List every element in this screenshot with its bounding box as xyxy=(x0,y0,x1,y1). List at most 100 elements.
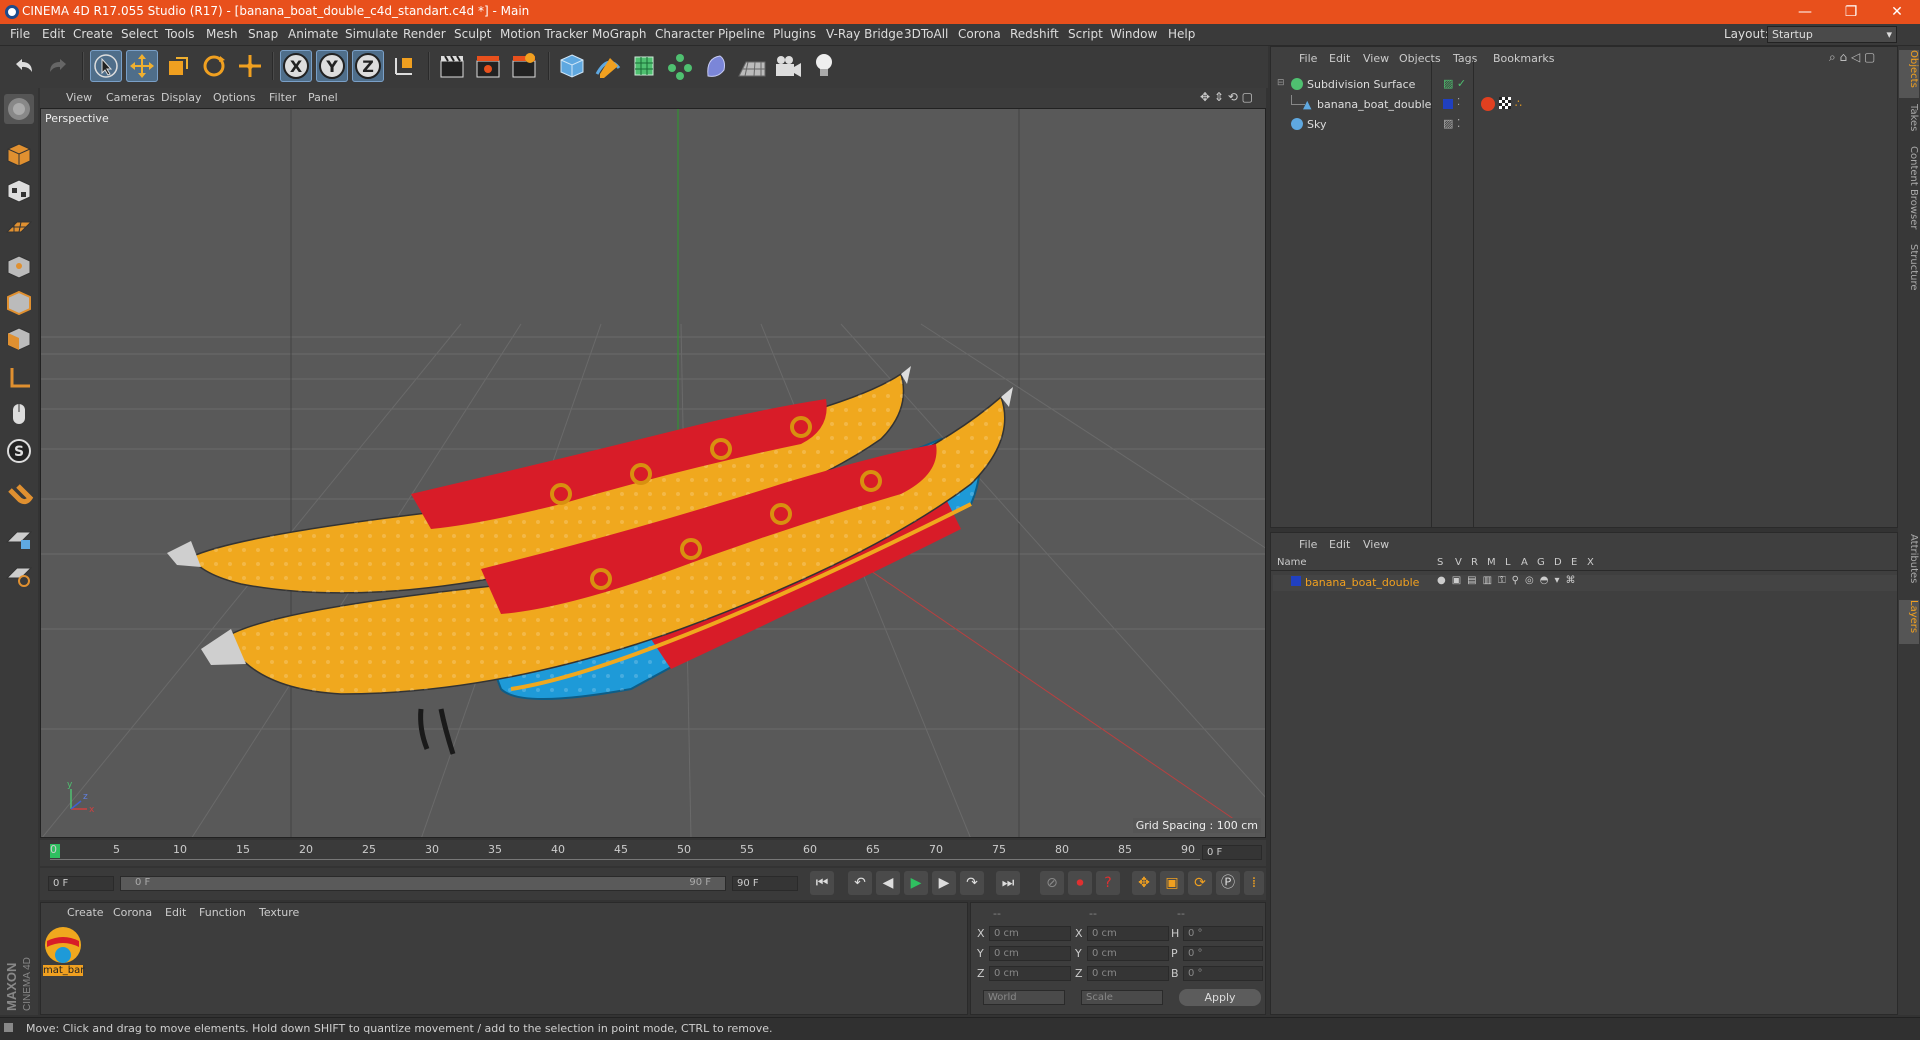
close-button[interactable]: ✕ xyxy=(1874,2,1920,22)
layers-menu-file[interactable]: File xyxy=(1299,538,1317,551)
layer-color-icon[interactable] xyxy=(1291,576,1301,586)
tab-objects[interactable]: Objects xyxy=(1899,50,1919,98)
end-frame-field[interactable]: 90 F xyxy=(732,876,798,891)
menu-corona[interactable]: Corona xyxy=(958,27,1001,41)
polygons-mode-button[interactable] xyxy=(4,324,34,354)
menu-mograph[interactable]: MoGraph xyxy=(592,27,647,41)
rotate-tool-button[interactable] xyxy=(198,50,230,82)
menu-tools[interactable]: Tools xyxy=(165,27,195,41)
texture-mode-button[interactable] xyxy=(4,176,34,206)
key-pla-button[interactable]: ⁞ xyxy=(1244,871,1264,895)
menu-select[interactable]: Select xyxy=(121,27,158,41)
next-key-button[interactable]: ↷ xyxy=(960,871,984,895)
deformer-button[interactable] xyxy=(700,50,732,82)
position-z-field[interactable]: 0 cm xyxy=(989,966,1071,981)
tab-attributes[interactable]: Attributes xyxy=(1899,534,1919,594)
viewport-menu-options[interactable]: Options xyxy=(213,91,255,104)
minimize-button[interactable]: — xyxy=(1782,2,1828,22)
coord-type-select[interactable]: Scale xyxy=(1081,990,1163,1005)
key-rotation-button[interactable]: ⟳ xyxy=(1188,871,1212,895)
texture-tag-icon[interactable] xyxy=(1499,97,1511,109)
floor-button[interactable] xyxy=(736,50,768,82)
menu-create[interactable]: Create xyxy=(73,27,113,41)
enable-axis-button[interactable] xyxy=(4,364,34,394)
z-axis-lock-button[interactable]: Z xyxy=(352,50,384,82)
viewport-menu-panel[interactable]: Panel xyxy=(308,91,338,104)
objects-menu-edit[interactable]: Edit xyxy=(1329,52,1350,65)
material-menu-create[interactable]: Create xyxy=(67,906,104,919)
render-view-button[interactable] xyxy=(436,50,468,82)
add-cube-button[interactable] xyxy=(556,50,588,82)
tab-structure[interactable]: Structure xyxy=(1899,244,1919,296)
material-tag-icon[interactable] xyxy=(1481,97,1495,111)
key-position-button[interactable]: ✥ xyxy=(1132,871,1156,895)
menu-character[interactable]: Character xyxy=(655,27,714,41)
move-tool-button[interactable] xyxy=(126,50,158,82)
scale-tool-button[interactable] xyxy=(162,50,194,82)
objects-menu-file[interactable]: File xyxy=(1299,52,1317,65)
viewport-menu-filter[interactable]: Filter xyxy=(269,91,296,104)
coordinate-system-button[interactable] xyxy=(388,50,420,82)
solo-button[interactable]: S xyxy=(4,436,34,466)
material-swatch[interactable]: mat_bar xyxy=(43,925,84,981)
viewport-navigation-icon[interactable]: ✥ ⇕ ⟲ ▢ xyxy=(1200,90,1253,104)
size-x-field[interactable]: 0 cm xyxy=(1087,926,1169,941)
light-button[interactable] xyxy=(808,50,840,82)
search-icon[interactable]: ⌕ ⌂ ◁ ▢ xyxy=(1829,50,1875,65)
menu-motion-tracker[interactable]: Motion Tracker xyxy=(500,27,588,41)
viewport-menu-view[interactable]: View xyxy=(66,91,92,104)
start-frame-field[interactable]: 0 F xyxy=(48,876,114,891)
x-axis-lock-button[interactable]: X xyxy=(280,50,312,82)
range-slider[interactable]: 0 F 90 F xyxy=(120,876,726,891)
menu-script[interactable]: Script xyxy=(1068,27,1103,41)
key-scale-button[interactable]: ▣ xyxy=(1160,871,1184,895)
next-frame-button[interactable]: ▶ xyxy=(932,871,956,895)
position-y-field[interactable]: 0 cm xyxy=(989,946,1071,961)
menu-file[interactable]: File xyxy=(10,27,30,41)
material-menu-function[interactable]: Function xyxy=(199,906,246,919)
visibility-dots-icon[interactable]: ▨ ⁚ xyxy=(1443,117,1460,130)
object-row[interactable]: Sky ▨ ⁚ xyxy=(1273,115,1897,135)
layout-select[interactable]: Startup ▾ xyxy=(1767,26,1897,43)
layers-menu-edit[interactable]: Edit xyxy=(1329,538,1350,551)
key-parameter-button[interactable]: Ⓟ xyxy=(1216,871,1240,895)
size-y-field[interactable]: 0 cm xyxy=(1087,946,1169,961)
render-picture-viewer-button[interactable] xyxy=(472,50,504,82)
model-mode-button[interactable] xyxy=(4,140,34,170)
menu-window[interactable]: Window xyxy=(1110,27,1157,41)
menu-plugins[interactable]: Plugins xyxy=(773,27,816,41)
y-axis-lock-button[interactable]: Y xyxy=(316,50,348,82)
apply-button[interactable]: Apply xyxy=(1179,989,1261,1006)
objects-menu-objects[interactable]: Objects xyxy=(1399,52,1441,65)
current-frame-field[interactable]: 0 F xyxy=(1202,845,1262,860)
layers-menu-view[interactable]: View xyxy=(1363,538,1389,551)
visibility-dots-icon[interactable]: ⁚ xyxy=(1457,97,1460,108)
menu-vray-bridge[interactable]: V-Ray Bridge xyxy=(826,27,903,41)
object-row[interactable]: ▲ banana_boat_double ⁚ ∴ xyxy=(1273,95,1897,115)
record-active-button[interactable]: ⏺ xyxy=(1068,871,1092,895)
layer-toggles-icon[interactable]: ●▣▤▥⚿⚲◎◓▾⌘ xyxy=(1437,575,1581,586)
previous-frame-button[interactable]: ◀ xyxy=(876,871,900,895)
timeline-ruler[interactable]: 0 5 10 15 20 25 30 35 40 45 50 55 60 65 … xyxy=(40,840,1266,866)
go-to-start-button[interactable]: ⏮ xyxy=(810,871,834,895)
menu-simulate[interactable]: Simulate xyxy=(345,27,398,41)
material-menu-corona[interactable]: Corona xyxy=(113,906,152,919)
menu-edit[interactable]: Edit xyxy=(42,27,65,41)
cloner-button[interactable] xyxy=(664,50,696,82)
go-to-end-button[interactable]: ⏭ xyxy=(996,871,1020,895)
undo-button[interactable] xyxy=(8,50,40,82)
material-menu-edit[interactable]: Edit xyxy=(165,906,186,919)
autokey-button[interactable]: ? xyxy=(1096,871,1120,895)
planar-workplane-button[interactable] xyxy=(4,560,34,590)
transform-tool-button[interactable] xyxy=(234,50,266,82)
previous-key-button[interactable]: ↶ xyxy=(848,871,872,895)
restore-button[interactable]: ❐ xyxy=(1828,2,1874,22)
camera-button[interactable] xyxy=(772,50,804,82)
menu-sculpt[interactable]: Sculpt xyxy=(454,27,491,41)
snap-button[interactable] xyxy=(4,480,34,510)
viewport-menu-display[interactable]: Display xyxy=(161,91,202,104)
locked-workplane-button[interactable] xyxy=(4,524,34,554)
rotation-p-field[interactable]: 0 ° xyxy=(1183,946,1263,961)
menu-help[interactable]: Help xyxy=(1168,27,1195,41)
make-editable-button[interactable] xyxy=(4,94,34,124)
